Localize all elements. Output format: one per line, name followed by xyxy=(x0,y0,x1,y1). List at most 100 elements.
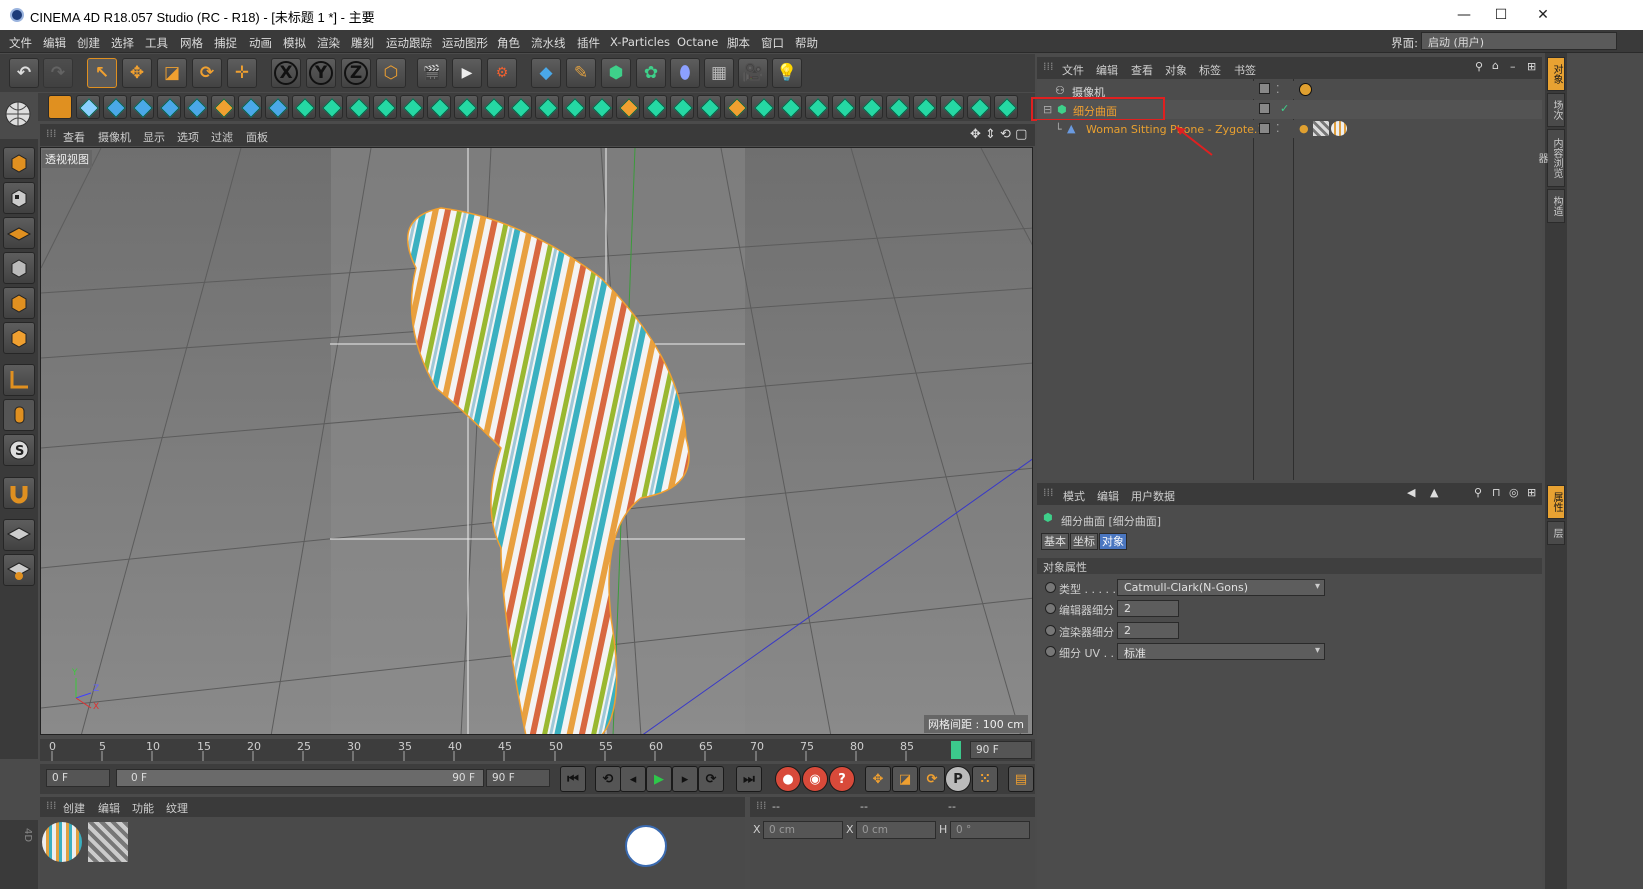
timeline-end-field[interactable]: 90 F xyxy=(970,741,1032,759)
timeline-ruler[interactable]: 0 5 10 15 20 25 30 35 40 45 50 55 60 65 … xyxy=(40,739,1035,761)
obj-menu-objects[interactable]: 对象 xyxy=(1165,62,1187,78)
plugin-icon-18[interactable] xyxy=(508,95,532,119)
previous-key-button[interactable]: ⟲ xyxy=(595,766,621,792)
record-keys-button[interactable]: ● xyxy=(775,766,801,792)
radio-render-subdivision[interactable] xyxy=(1045,625,1056,636)
enabled-check-icon[interactable]: ✓ xyxy=(1280,102,1289,115)
cube-primitive-icon[interactable]: ◆ xyxy=(531,58,561,88)
vtab-objects[interactable]: 对象 xyxy=(1547,57,1565,91)
camera-dot-icon[interactable]: ⁚ xyxy=(1276,83,1280,96)
undo-button[interactable]: ↶ xyxy=(9,58,39,88)
key-scale-button[interactable]: ◪ xyxy=(892,766,918,792)
coord-drag-handle-icon[interactable]: ⁞⁞⁞ xyxy=(756,799,767,812)
material-menu-create[interactable]: 创建 xyxy=(63,800,85,816)
menu-pipeline[interactable]: 流水线 xyxy=(531,35,566,51)
plugin-icon-25[interactable] xyxy=(697,95,721,119)
plugin-icon-9[interactable] xyxy=(265,95,289,119)
menu-animate[interactable]: 动画 xyxy=(249,35,272,51)
end-frame-field[interactable]: 90 F xyxy=(486,769,550,787)
plugin-icon-7[interactable] xyxy=(211,95,235,119)
obj-menu-file[interactable]: 文件 xyxy=(1062,62,1084,78)
vtab-content-browser[interactable]: 内容浏览器 xyxy=(1536,129,1565,187)
camera-icon[interactable]: 🎥 xyxy=(738,58,768,88)
planar-workplane-icon[interactable] xyxy=(3,554,35,586)
render-picture-viewer-icon[interactable]: ▶ xyxy=(452,58,482,88)
move-tool-icon[interactable]: ✥ xyxy=(122,58,152,88)
x-axis-button[interactable]: X xyxy=(271,58,301,88)
plugin-icon-20[interactable] xyxy=(562,95,586,119)
lock-icon[interactable]: ⊓ xyxy=(1492,486,1501,499)
attr-menu-edit[interactable]: 编辑 xyxy=(1097,488,1119,504)
viewport-nav-icons[interactable]: ✥ ⇕ ⟲ ▢ xyxy=(970,127,1027,142)
new-window-icon[interactable]: ⊞ xyxy=(1527,60,1536,73)
snap-icon[interactable]: S xyxy=(3,434,35,466)
menu-snap[interactable]: 捕捉 xyxy=(214,35,237,51)
plugin-icon-15[interactable] xyxy=(427,95,451,119)
key-pla-button[interactable]: ⁙ xyxy=(972,766,998,792)
obj-menu-view[interactable]: 查看 xyxy=(1131,62,1153,78)
plugin-icon-17[interactable] xyxy=(481,95,505,119)
plugin-icon-32[interactable] xyxy=(886,95,910,119)
plugin-icon-26[interactable] xyxy=(724,95,748,119)
subdivision-surface-icon[interactable]: ⬢ xyxy=(601,58,631,88)
plugin-icon-34[interactable] xyxy=(940,95,964,119)
menu-plugins[interactable]: 插件 xyxy=(577,35,600,51)
menu-sculpt[interactable]: 雕刻 xyxy=(351,35,374,51)
plugin-icon-24[interactable] xyxy=(670,95,694,119)
tab-object[interactable]: 对象 xyxy=(1099,533,1127,550)
previous-frame-button[interactable]: ◂ xyxy=(620,766,646,792)
z-axis-button[interactable]: Z xyxy=(341,58,371,88)
plugin-icon-31[interactable] xyxy=(859,95,883,119)
obj-drag-handle-icon[interactable]: ⁞⁞⁞ xyxy=(1043,60,1054,73)
rotate-tool-icon[interactable]: ⟳ xyxy=(192,58,222,88)
plugin-icon-13[interactable] xyxy=(373,95,397,119)
material-menu-function[interactable]: 功能 xyxy=(132,800,154,816)
plugin-icon-14[interactable] xyxy=(400,95,424,119)
menu-mesh[interactable]: 网格 xyxy=(180,35,203,51)
object-row-woman[interactable]: └ ▲ Woman Sitting Phone - Zygote.1 ⁚ ● xyxy=(1037,120,1542,138)
vtab-attributes[interactable]: 属性 xyxy=(1547,485,1565,519)
next-frame-button[interactable]: ▸ xyxy=(672,766,698,792)
plugin-icon-19[interactable] xyxy=(535,95,559,119)
menu-file[interactable]: 文件 xyxy=(9,35,32,51)
magnet-icon[interactable] xyxy=(3,477,35,509)
menu-create[interactable]: 创建 xyxy=(77,35,100,51)
render-view-icon[interactable]: 🎬 xyxy=(417,58,447,88)
material-menu-texture[interactable]: 纹理 xyxy=(166,800,188,816)
viewport-menu-filter[interactable]: 过滤 xyxy=(211,129,233,145)
menu-script[interactable]: 脚本 xyxy=(727,35,750,51)
vtab-layers[interactable]: 层 xyxy=(1547,521,1565,545)
viewport-menu-panel[interactable]: 面板 xyxy=(246,129,268,145)
model-mode-icon[interactable] xyxy=(3,147,35,179)
menu-select[interactable]: 选择 xyxy=(111,35,134,51)
viewport-3d[interactable]: 透视视图 Y Z X 网格间距 : 100 cm xyxy=(40,147,1033,735)
timeline-window-button[interactable]: ▤ xyxy=(1008,766,1034,792)
autokey-button[interactable]: ◉ xyxy=(802,766,828,792)
plugin-icon-4[interactable] xyxy=(130,95,154,119)
cloner-icon[interactable]: ✿ xyxy=(636,58,666,88)
plugin-icon-22[interactable] xyxy=(616,95,640,119)
attr-menu-userdata[interactable]: 用户数据 xyxy=(1131,488,1175,504)
plugin-icon-2[interactable] xyxy=(76,95,100,119)
material-menu-edit[interactable]: 编辑 xyxy=(98,800,120,816)
coordinate-system-icon[interactable]: ⬡ xyxy=(376,58,406,88)
menu-edit[interactable]: 编辑 xyxy=(43,35,66,51)
locked-workplane-icon[interactable] xyxy=(3,519,35,551)
coord-h-field[interactable]: 0 ° xyxy=(950,821,1030,839)
search-icon[interactable]: ⚲ xyxy=(1475,60,1483,73)
deformer-icon[interactable]: ⬮ xyxy=(670,58,700,88)
globe-icon[interactable] xyxy=(2,97,34,133)
maximize-button[interactable]: ☐ xyxy=(1478,0,1524,30)
polygons-mode-icon[interactable] xyxy=(3,322,35,354)
edges-mode-icon[interactable] xyxy=(3,287,35,319)
minus-icon[interactable]: – xyxy=(1510,60,1516,73)
light-icon[interactable]: 💡 xyxy=(772,58,802,88)
plugin-icon-21[interactable] xyxy=(589,95,613,119)
radio-editor-subdivision[interactable] xyxy=(1045,603,1056,614)
subdivide-uv-dropdown[interactable]: 标准 xyxy=(1117,643,1325,660)
layout-select[interactable]: 启动 (用户) xyxy=(1421,32,1617,50)
go-to-start-button[interactable]: ⏮ xyxy=(560,766,586,792)
menu-mograph[interactable]: 运动图形 xyxy=(442,35,488,51)
mat-drag-handle-icon[interactable]: ⁞⁞⁞ xyxy=(46,799,57,812)
editor-subdivision-field[interactable]: 2 xyxy=(1117,600,1179,617)
